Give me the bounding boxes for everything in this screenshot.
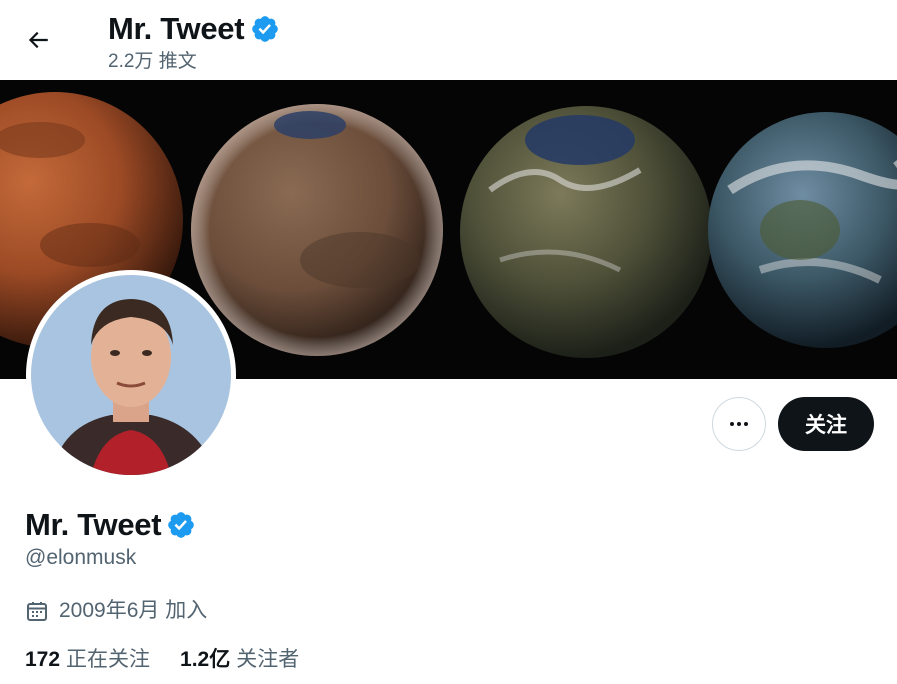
arrow-left-icon <box>28 31 48 49</box>
more-dots-icon <box>730 422 748 426</box>
header-tweet-count: 2.2万 推文 <box>108 51 197 72</box>
followers-label: 关注者 <box>236 648 300 671</box>
join-date-text: 2009年6月 加入 <box>59 599 208 622</box>
header-name-row: Mr. Tweet <box>108 10 280 48</box>
header-title-block: Mr. Tweet 2.2万 推文 <box>108 10 280 74</box>
back-button[interactable] <box>14 16 62 64</box>
following-link[interactable]: 172 正在关注 <box>25 646 150 674</box>
following-label: 正在关注 <box>66 648 151 671</box>
calendar-icon <box>27 602 47 621</box>
verified-badge-icon[interactable] <box>166 510 196 540</box>
following-count: 172 <box>25 648 61 671</box>
profile-name-row: Mr. Tweet <box>25 506 196 544</box>
header-name: Mr. Tweet <box>108 11 245 46</box>
top-bar: Mr. Tweet 2.2万 推文 <box>0 0 897 80</box>
followers-link[interactable]: 1.2亿 关注者 <box>180 646 299 674</box>
join-date: 2009年6月 加入 <box>25 597 207 625</box>
profile-avatar[interactable] <box>26 270 236 480</box>
verified-badge-icon <box>252 16 279 42</box>
more-options-button[interactable] <box>712 397 766 451</box>
avatar-image <box>31 275 231 475</box>
follow-stats: 172 正在关注 1.2亿 关注者 <box>25 646 299 674</box>
followers-count: 1.2亿 <box>180 648 231 671</box>
profile-handle: @elonmusk <box>25 546 137 569</box>
follow-button[interactable]: 关注 <box>778 397 874 451</box>
profile-name: Mr. Tweet <box>25 507 162 542</box>
